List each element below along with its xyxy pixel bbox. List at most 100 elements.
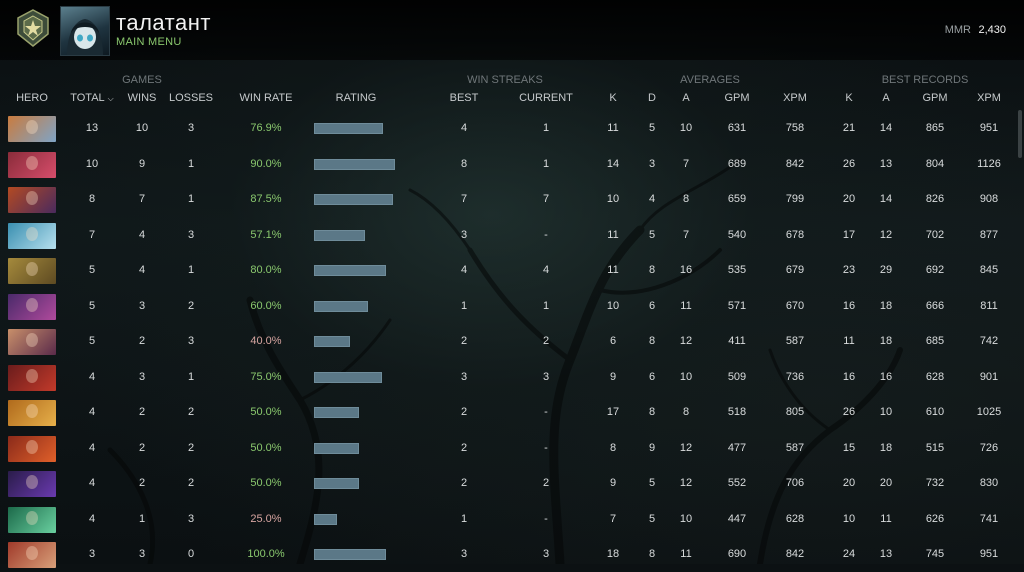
col-best-a[interactable]: A: [876, 92, 896, 104]
col-avg-xpm[interactable]: XPM: [778, 92, 812, 104]
hero-portrait-icon[interactable]: [8, 400, 56, 426]
cell-total: 5: [88, 335, 96, 347]
cell-rgpm: 685: [925, 335, 945, 347]
col-avg-d[interactable]: D: [642, 92, 662, 104]
cell-ra: 18: [879, 441, 893, 454]
table-row[interactable]: 7 4 3 57.1% 3 - 11 5 7 540 678 17 12 702 877: [0, 217, 1024, 253]
table-row[interactable]: 4 2 2 50.0% 2 - 17 8 8 518 805 26 10 610 1025: [0, 394, 1024, 430]
hero-portrait-icon[interactable]: [8, 258, 56, 284]
cell-win-rate: 40.0%: [250, 335, 282, 347]
group-averages: AVERAGES: [680, 74, 740, 86]
cell-d: 8: [648, 548, 656, 560]
hero-portrait-icon[interactable]: [8, 187, 56, 213]
col-best-gpm[interactable]: GPM: [918, 92, 952, 104]
cell-a: 16: [679, 264, 693, 276]
cell-total: 4: [88, 406, 96, 418]
cell-losses: 1: [187, 370, 195, 383]
col-best-xpm[interactable]: XPM: [972, 92, 1006, 104]
cell-best: 2: [460, 406, 468, 418]
cell-rk: 20: [842, 193, 856, 205]
col-avg-k[interactable]: K: [603, 92, 623, 104]
table-row[interactable]: 5 3 2 60.0% 1 1 10 6 11 571 670 16 18 666 811: [0, 288, 1024, 324]
cell-win-rate: 76.9%: [250, 122, 282, 134]
cell-best: 2: [460, 335, 468, 347]
cell-total: 3: [88, 548, 96, 560]
cell-rk: 11: [843, 335, 855, 347]
col-total[interactable]: TOTAL ⌵: [66, 92, 118, 104]
rating-bar: [314, 371, 382, 383]
hero-portrait-icon[interactable]: [8, 435, 56, 462]
col-wins[interactable]: WINS: [120, 92, 164, 104]
table-row[interactable]: 5 2 3 40.0% 2 2 6 8 12 411 587 11 18 685 742: [0, 323, 1024, 359]
cell-rk: 24: [842, 548, 856, 560]
cell-rgpm: 732: [925, 477, 945, 489]
cell-rk: 16: [842, 299, 856, 312]
player-name[interactable]: талатант: [116, 10, 211, 36]
cell-losses: 1: [187, 264, 195, 276]
col-streak-best[interactable]: BEST: [444, 92, 484, 104]
hero-portrait-icon[interactable]: [8, 364, 56, 391]
col-win-rate[interactable]: WIN RATE: [234, 92, 298, 104]
cell-wins: 2: [138, 335, 146, 347]
col-avg-a[interactable]: A: [676, 92, 696, 104]
cell-gpm: 447: [727, 512, 747, 525]
cell-win-rate: 90.0%: [250, 157, 282, 170]
table-row[interactable]: 13 10 3 76.9% 4 1 11 5 10 631 758 21 14 865 951: [0, 110, 1024, 146]
col-rating[interactable]: RATING: [326, 92, 386, 104]
hero-portrait-icon[interactable]: [8, 151, 56, 178]
cell-k: 8: [609, 441, 617, 454]
cell-rgpm: 702: [925, 228, 945, 241]
cell-ra: 14: [879, 122, 893, 134]
hero-portrait-icon[interactable]: [8, 293, 56, 320]
cell-ra: 14: [879, 193, 893, 205]
cell-win-rate: 25.0%: [250, 512, 282, 525]
hero-portrait-icon[interactable]: [8, 506, 56, 533]
cell-wins: 3: [138, 370, 146, 383]
hero-portrait-icon[interactable]: [8, 116, 56, 142]
cell-rxpm: 1025: [976, 406, 1002, 418]
table-row[interactable]: 4 2 2 50.0% 2 2 9 5 12 552 706 20 20 732 830: [0, 465, 1024, 501]
col-streak-current[interactable]: CURRENT: [516, 92, 576, 104]
col-avg-gpm[interactable]: GPM: [720, 92, 754, 104]
cell-wins: 2: [138, 406, 146, 418]
hero-portrait-icon[interactable]: [8, 222, 56, 249]
mmr-value: 2,430: [978, 24, 1006, 36]
rating-bar: [314, 229, 365, 241]
scrollbar[interactable]: [1018, 110, 1022, 158]
table-row[interactable]: 10 9 1 90.0% 8 1 14 3 7 689 842 26 13 804 1126: [0, 146, 1024, 182]
cell-rxpm: 951: [979, 548, 999, 560]
rank-medal-icon: [17, 9, 49, 47]
cell-wins: 2: [138, 441, 146, 454]
hero-portrait-icon[interactable]: [8, 471, 56, 497]
hero-portrait-icon[interactable]: [8, 542, 56, 568]
table-row[interactable]: 3 3 0 100.0% 3 3 18 8 11 690 842 24 13 745 951: [0, 536, 1024, 572]
player-avatar[interactable]: [60, 6, 110, 56]
cell-current: -: [544, 406, 548, 418]
cell-losses: 3: [187, 228, 195, 241]
cell-rk: 20: [842, 477, 856, 489]
col-losses[interactable]: LOSSES: [166, 92, 216, 104]
col-best-k[interactable]: K: [839, 92, 859, 104]
cell-rk: 16: [842, 370, 856, 383]
cell-best: 4: [460, 122, 468, 134]
table-row[interactable]: 8 7 1 87.5% 7 7 10 4 8 659 799 20 14 826 908: [0, 181, 1024, 217]
table-row[interactable]: 4 1 3 25.0% 1 - 7 5 10 447 628 10 11 626 741: [0, 501, 1024, 537]
cell-best: 1: [460, 512, 468, 525]
table-row[interactable]: 4 3 1 75.0% 3 3 9 6 10 509 736 16 16 628 901: [0, 359, 1024, 395]
cell-xpm: 799: [785, 193, 805, 205]
cell-ra: 29: [879, 264, 893, 276]
cell-ra: 20: [879, 477, 893, 489]
cell-win-rate: 80.0%: [250, 264, 282, 276]
cell-k: 11: [607, 264, 619, 276]
cell-rk: 26: [842, 157, 856, 170]
main-menu-link[interactable]: MAIN MENU: [116, 36, 182, 48]
col-hero[interactable]: HERO: [12, 92, 52, 104]
hero-portrait-icon[interactable]: [8, 329, 56, 355]
cell-k: 9: [609, 370, 617, 383]
table-row[interactable]: 4 2 2 50.0% 2 - 8 9 12 477 587 15 18 515 726: [0, 430, 1024, 466]
cell-rxpm: 1126: [977, 157, 1001, 170]
cell-a: 7: [682, 228, 690, 241]
cell-rxpm: 726: [979, 441, 999, 454]
cell-gpm: 631: [727, 122, 747, 134]
table-row[interactable]: 5 4 1 80.0% 4 4 11 8 16 535 679 23 29 692 845: [0, 252, 1024, 288]
